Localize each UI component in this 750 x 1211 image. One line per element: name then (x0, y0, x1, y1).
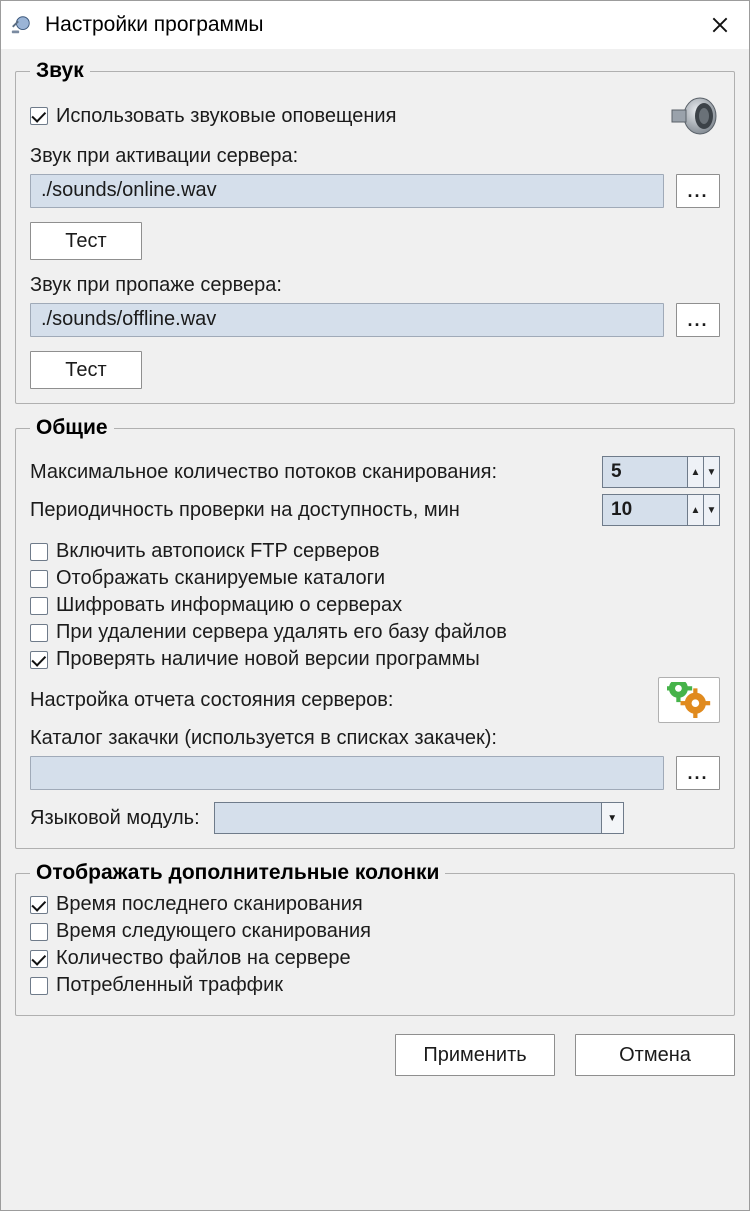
use-sounds-checkbox[interactable]: Использовать звуковые оповещения (30, 105, 396, 128)
checkbox-icon (30, 896, 48, 914)
titlebar: Настройки программы (1, 1, 749, 49)
on-lost-test-button[interactable]: Тест (30, 351, 142, 389)
lang-value (215, 803, 601, 833)
check-update-checkbox[interactable]: Проверять наличие новой версии программы (30, 648, 720, 671)
check-period-value: 10 (603, 495, 687, 525)
lang-combobox[interactable]: ▼ (214, 802, 624, 834)
checkbox-icon (30, 107, 48, 125)
chevron-down-icon: ▼ (601, 803, 623, 833)
spinner-down-icon[interactable]: ▼ (704, 457, 719, 487)
encrypt-label: Шифровать информацию о серверах (56, 594, 402, 617)
client-area: Звук Использовать звуковые оповещения (1, 49, 749, 1210)
use-sounds-label: Использовать звуковые оповещения (56, 105, 396, 128)
on-activate-browse-button[interactable]: ... (676, 174, 720, 208)
checkbox-icon (30, 597, 48, 615)
cancel-button[interactable]: Отмена (575, 1034, 735, 1076)
speaker-icon (664, 93, 720, 139)
delete-db-label: При удалении сервера удалять его базу фа… (56, 621, 507, 644)
apply-button[interactable]: Применить (395, 1034, 555, 1076)
report-cfg-label: Настройка отчета состояния серверов: (30, 689, 393, 712)
on-lost-label: Звук при пропаже сервера: (30, 274, 720, 297)
columns-group: Отображать дополнительные колонки Время … (15, 861, 735, 1016)
traffic-checkbox[interactable]: Потребленный траффик (30, 974, 720, 997)
check-period-label: Периодичность проверки на доступность, м… (30, 499, 460, 522)
app-icon (9, 13, 33, 37)
general-group: Общие Максимальное количество потоков ск… (15, 416, 735, 849)
show-scanned-checkbox[interactable]: Отображать сканируемые каталоги (30, 567, 720, 590)
spinner-up-icon[interactable]: ▲ (688, 495, 704, 525)
last-scan-checkbox[interactable]: Время последнего сканирования (30, 893, 720, 916)
on-activate-test-button[interactable]: Тест (30, 222, 142, 260)
checkbox-icon (30, 624, 48, 642)
max-threads-label: Максимальное количество потоков сканиров… (30, 461, 497, 484)
checkbox-icon (30, 977, 48, 995)
max-threads-value: 5 (603, 457, 687, 487)
file-count-label: Количество файлов на сервере (56, 947, 351, 970)
on-lost-path-input[interactable]: ./sounds/offline.wav (30, 303, 664, 337)
sound-group: Звук Использовать звуковые оповещения (15, 59, 735, 404)
on-activate-path-input[interactable]: ./sounds/online.wav (30, 174, 664, 208)
check-period-spinner[interactable]: 10 ▲ ▼ (602, 494, 720, 526)
close-button[interactable] (695, 1, 745, 49)
gears-icon (667, 682, 711, 718)
on-lost-browse-button[interactable]: ... (676, 303, 720, 337)
check-update-label: Проверять наличие новой версии программы (56, 648, 480, 671)
delete-db-checkbox[interactable]: При удалении сервера удалять его базу фа… (30, 621, 720, 644)
show-scanned-label: Отображать сканируемые каталоги (56, 567, 385, 590)
window-title: Настройки программы (45, 13, 695, 37)
on-activate-label: Звук при активации сервера: (30, 145, 720, 168)
checkbox-icon (30, 923, 48, 941)
checkbox-icon (30, 651, 48, 669)
download-dir-browse-button[interactable]: ... (676, 756, 720, 790)
lang-label: Языковой модуль: (30, 807, 200, 830)
general-legend: Общие (30, 416, 114, 440)
checkbox-icon (30, 543, 48, 561)
spinner-down-icon[interactable]: ▼ (704, 495, 719, 525)
dialog-footer: Применить Отмена (15, 1034, 735, 1076)
encrypt-checkbox[interactable]: Шифровать информацию о серверах (30, 594, 720, 617)
auto-ftp-label: Включить автопоиск FTP серверов (56, 540, 380, 563)
checkbox-icon (30, 950, 48, 968)
auto-ftp-checkbox[interactable]: Включить автопоиск FTP серверов (30, 540, 720, 563)
spinner-up-icon[interactable]: ▲ (688, 457, 704, 487)
last-scan-label: Время последнего сканирования (56, 893, 363, 916)
download-dir-input[interactable] (30, 756, 664, 790)
next-scan-label: Время следующего сканирования (56, 920, 371, 943)
max-threads-spinner[interactable]: 5 ▲ ▼ (602, 456, 720, 488)
file-count-checkbox[interactable]: Количество файлов на сервере (30, 947, 720, 970)
download-dir-label: Каталог закачки (используется в списках … (30, 727, 720, 750)
traffic-label: Потребленный траффик (56, 974, 283, 997)
report-cfg-button[interactable] (658, 677, 720, 723)
sound-legend: Звук (30, 59, 90, 83)
columns-legend: Отображать дополнительные колонки (30, 861, 445, 885)
checkbox-icon (30, 570, 48, 588)
settings-window: Настройки программы Звук Использовать зв… (0, 0, 750, 1211)
next-scan-checkbox[interactable]: Время следующего сканирования (30, 920, 720, 943)
